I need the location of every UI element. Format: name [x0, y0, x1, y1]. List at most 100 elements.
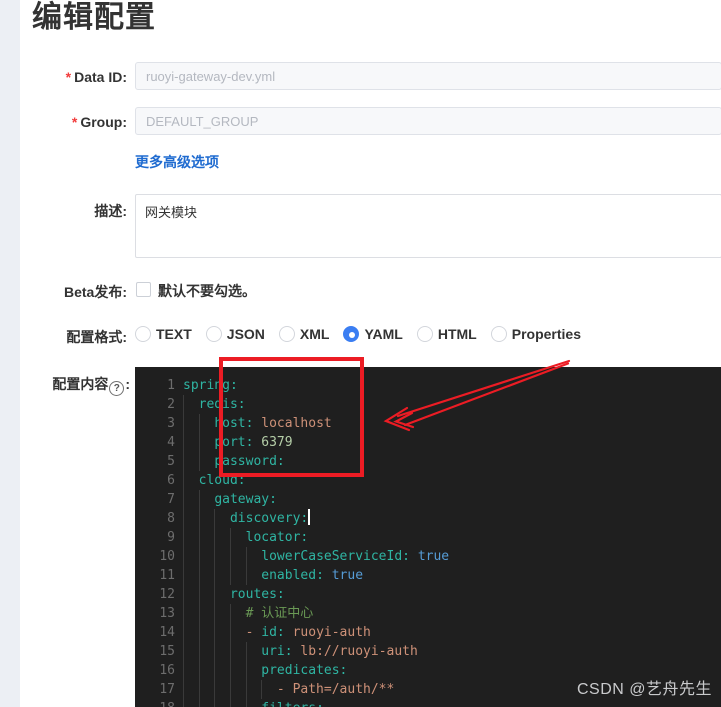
indent-guide	[183, 433, 184, 452]
radio-circle-icon[interactable]	[205, 326, 222, 342]
code-text: cloud:	[183, 471, 246, 490]
radio-circle-icon[interactable]	[416, 326, 433, 342]
indent-guide	[198, 642, 200, 661]
code-text: spring:	[183, 378, 238, 393]
indent-guide	[245, 699, 247, 707]
line-number: 11	[159, 568, 175, 583]
help-icon[interactable]: ?	[109, 381, 125, 396]
code-lines: 1 spring: 2 redis: 3 host: localhost 4 port:…	[135, 376, 721, 707]
indent-guide	[214, 566, 216, 585]
indent-guide	[198, 528, 200, 547]
line-number: 3	[167, 416, 175, 431]
indent-guide	[214, 680, 216, 699]
indent-guide	[229, 661, 231, 680]
indent-guide	[183, 414, 184, 433]
code-line[interactable]: 14 - id: ruoyi-auth	[135, 623, 721, 642]
indent-guide	[183, 585, 184, 604]
indent-guide	[229, 604, 231, 623]
indent-guide	[183, 395, 184, 414]
code-line[interactable]: 11 enabled: true	[135, 566, 721, 585]
radio-label: JSON	[226, 326, 265, 342]
radio-circle-icon[interactable]	[278, 326, 295, 342]
indent-guide	[214, 528, 216, 547]
config-content-label: 配置内容?:	[20, 374, 130, 396]
indent-guide	[214, 699, 216, 707]
code-text: routes:	[183, 585, 285, 604]
format-radio-html[interactable]: HTML	[416, 326, 477, 342]
radio-label: HTML	[437, 326, 477, 342]
indent-guide	[229, 566, 231, 585]
code-line[interactable]: 12 routes:	[135, 585, 721, 604]
line-number: 1	[167, 378, 175, 393]
code-line[interactable]: 2 redis:	[135, 395, 721, 414]
format-radio-properties[interactable]: Properties	[490, 326, 581, 342]
indent-guide	[245, 642, 247, 661]
format-radio-text[interactable]: TEXT	[135, 326, 192, 342]
beta-checkbox[interactable]	[136, 282, 151, 297]
radio-circle-icon[interactable]	[135, 326, 151, 342]
beta-checkbox-text: 默认不要勾选。	[158, 283, 256, 299]
code-text: # 认证中心	[183, 604, 313, 623]
code-line[interactable]: 18 filters:	[135, 699, 721, 707]
indent-guide	[214, 604, 216, 623]
required-asterisk: *	[65, 69, 72, 85]
code-line[interactable]: 9 locator:	[135, 528, 721, 547]
indent-guide	[183, 528, 184, 547]
format-radio-json[interactable]: JSON	[205, 326, 265, 342]
line-number: 6	[167, 473, 175, 488]
group-input[interactable]	[135, 107, 721, 135]
edit-config-page: 编辑配置 *Data ID: *Group: 更多高级选项 描述: 网关模块 B…	[0, 0, 721, 707]
data-id-input[interactable]	[135, 62, 721, 90]
indent-guide	[261, 680, 263, 699]
config-content-label-text: 配置内容	[52, 376, 109, 392]
code-line[interactable]: 15 uri: lb://ruoyi-auth	[135, 642, 721, 661]
code-line[interactable]: 13 # 认证中心	[135, 604, 721, 623]
format-radio-yaml[interactable]: YAML	[343, 326, 403, 342]
indent-guide	[214, 661, 216, 680]
code-text: host: localhost	[183, 414, 332, 433]
indent-guide	[183, 642, 184, 661]
code-line[interactable]: 7 gateway:	[135, 490, 721, 509]
radio-circle-icon[interactable]	[490, 326, 507, 342]
indent-guide	[198, 585, 200, 604]
indent-guide	[245, 566, 247, 585]
code-text: lowerCaseServiceId: true	[183, 547, 449, 566]
description-textarea[interactable]: 网关模块	[135, 194, 721, 258]
indent-guide	[198, 699, 200, 707]
indent-guide	[229, 642, 231, 661]
code-text: uri: lb://ruoyi-auth	[183, 642, 418, 661]
indent-guide	[183, 452, 184, 471]
indent-guide	[229, 699, 231, 707]
code-line[interactable]: 6 cloud:	[135, 471, 721, 490]
code-line[interactable]: 4 port: 6379	[135, 433, 721, 452]
indent-guide	[214, 585, 216, 604]
format-radio-xml[interactable]: XML	[278, 326, 329, 342]
line-number: 18	[135, 699, 175, 707]
indent-guide	[183, 604, 184, 623]
code-line[interactable]: 8 discovery:	[135, 509, 721, 528]
format-label: 配置格式:	[66, 329, 127, 345]
indent-guide	[214, 509, 216, 528]
radio-circle-icon[interactable]	[343, 326, 360, 342]
indent-guide	[214, 623, 216, 642]
code-line[interactable]: 10 lowerCaseServiceId: true	[135, 547, 721, 566]
indent-guide	[229, 680, 231, 699]
required-asterisk: *	[71, 114, 78, 130]
advanced-options-link[interactable]: 更多高级选项	[135, 152, 219, 172]
indent-guide	[198, 433, 200, 452]
indent-guide	[183, 680, 184, 699]
indent-guide	[229, 623, 231, 642]
line-number: 12	[159, 587, 175, 602]
indent-guide	[198, 566, 200, 585]
left-sidebar-strip	[0, 0, 20, 707]
code-line[interactable]: 5 password:	[135, 452, 721, 471]
config-content-editor[interactable]: 1 spring: 2 redis: 3 host: localhost 4 port:…	[135, 367, 721, 707]
description-label: 描述:	[94, 203, 127, 219]
code-line[interactable]: 1 spring:	[135, 376, 721, 395]
code-line[interactable]: 3 host: localhost	[135, 414, 721, 433]
radio-label: TEXT	[156, 326, 192, 342]
indent-guide	[198, 680, 200, 699]
line-number: 5	[167, 454, 175, 469]
indent-guide	[198, 490, 200, 509]
indent-guide	[198, 661, 200, 680]
